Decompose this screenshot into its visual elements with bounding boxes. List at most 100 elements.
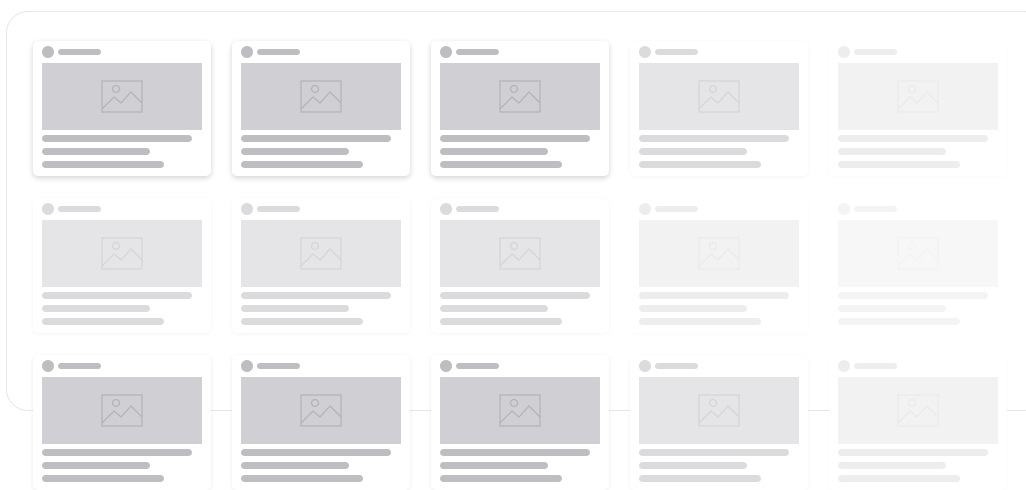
title-placeholder <box>456 206 499 212</box>
skeleton-card <box>630 355 808 490</box>
text-line-placeholder <box>440 305 548 312</box>
text-line-placeholder <box>639 318 761 325</box>
text-line-placeholder <box>838 462 946 469</box>
title-placeholder <box>655 206 698 212</box>
thumbnail-placeholder <box>241 63 401 130</box>
thumbnail-placeholder <box>440 63 600 130</box>
text-line-placeholder <box>639 161 761 168</box>
text-line-placeholder <box>440 475 562 482</box>
avatar-placeholder <box>440 46 452 58</box>
text-line-placeholder <box>639 148 747 155</box>
skeleton-card <box>829 198 1007 333</box>
image-placeholder-icon <box>300 394 342 427</box>
skeleton-card <box>33 198 211 333</box>
text-line-placeholder <box>440 135 590 142</box>
thumbnail-placeholder <box>838 220 998 287</box>
text-line-placeholder <box>42 449 192 456</box>
thumbnail-placeholder <box>440 220 600 287</box>
image-placeholder-icon <box>698 237 740 270</box>
text-line-placeholder <box>440 462 548 469</box>
image-placeholder-icon <box>499 237 541 270</box>
skeleton-card <box>630 198 808 333</box>
title-placeholder <box>257 49 300 55</box>
title-placeholder <box>655 49 698 55</box>
text-line-placeholder <box>241 161 363 168</box>
thumbnail-placeholder <box>241 377 401 444</box>
text-line-placeholder <box>241 292 391 299</box>
thumbnail-placeholder <box>42 220 202 287</box>
thumbnail-placeholder <box>241 220 401 287</box>
text-line-placeholder <box>838 135 988 142</box>
text-line-placeholder <box>639 292 789 299</box>
avatar-placeholder <box>42 203 54 215</box>
image-placeholder-icon <box>698 80 740 113</box>
avatar-placeholder <box>241 203 253 215</box>
avatar-placeholder <box>42 46 54 58</box>
avatar-placeholder <box>440 360 452 372</box>
skeleton-card <box>232 355 410 490</box>
skeleton-card <box>232 41 410 176</box>
text-line-placeholder <box>241 462 349 469</box>
image-placeholder-icon <box>101 237 143 270</box>
text-line-placeholder <box>838 318 960 325</box>
image-placeholder-icon <box>300 80 342 113</box>
thumbnail-placeholder <box>838 63 998 130</box>
title-placeholder <box>854 206 897 212</box>
text-line-placeholder <box>42 161 164 168</box>
image-placeholder-icon <box>897 394 939 427</box>
text-line-placeholder <box>42 318 164 325</box>
skeleton-card <box>630 41 808 176</box>
title-placeholder <box>854 49 897 55</box>
text-line-placeholder <box>42 462 150 469</box>
title-placeholder <box>854 363 897 369</box>
text-line-placeholder <box>838 305 946 312</box>
text-line-placeholder <box>838 475 960 482</box>
skeleton-card <box>33 41 211 176</box>
thumbnail-placeholder <box>639 377 799 444</box>
thumbnail-placeholder <box>838 377 998 444</box>
image-placeholder-icon <box>101 394 143 427</box>
avatar-placeholder <box>639 360 651 372</box>
title-placeholder <box>456 363 499 369</box>
skeleton-card <box>33 355 211 490</box>
text-line-placeholder <box>838 148 946 155</box>
text-line-placeholder <box>241 148 349 155</box>
text-line-placeholder <box>639 475 761 482</box>
avatar-placeholder <box>838 203 850 215</box>
avatar-placeholder <box>639 203 651 215</box>
thumbnail-placeholder <box>639 63 799 130</box>
text-line-placeholder <box>639 462 747 469</box>
text-line-placeholder <box>42 305 150 312</box>
image-placeholder-icon <box>897 80 939 113</box>
avatar-placeholder <box>440 203 452 215</box>
text-line-placeholder <box>42 135 192 142</box>
skeleton-card <box>431 41 609 176</box>
text-line-placeholder <box>440 292 590 299</box>
title-placeholder <box>257 206 300 212</box>
avatar-placeholder <box>241 46 253 58</box>
title-placeholder <box>257 363 300 369</box>
title-placeholder <box>58 363 101 369</box>
skeleton-card <box>829 355 1007 490</box>
text-line-placeholder <box>838 292 988 299</box>
text-line-placeholder <box>838 161 960 168</box>
thumbnail-placeholder <box>440 377 600 444</box>
text-line-placeholder <box>838 449 988 456</box>
text-line-placeholder <box>241 318 363 325</box>
text-line-placeholder <box>42 292 192 299</box>
text-line-placeholder <box>241 475 363 482</box>
thumbnail-placeholder <box>639 220 799 287</box>
image-placeholder-icon <box>499 80 541 113</box>
avatar-placeholder <box>838 46 850 58</box>
image-placeholder-icon <box>698 394 740 427</box>
image-placeholder-icon <box>101 80 143 113</box>
text-line-placeholder <box>42 148 150 155</box>
text-line-placeholder <box>639 135 789 142</box>
image-placeholder-icon <box>499 394 541 427</box>
thumbnail-placeholder <box>42 63 202 130</box>
title-placeholder <box>456 49 499 55</box>
text-line-placeholder <box>440 161 562 168</box>
thumbnail-placeholder <box>42 377 202 444</box>
avatar-placeholder <box>639 46 651 58</box>
text-line-placeholder <box>440 318 562 325</box>
